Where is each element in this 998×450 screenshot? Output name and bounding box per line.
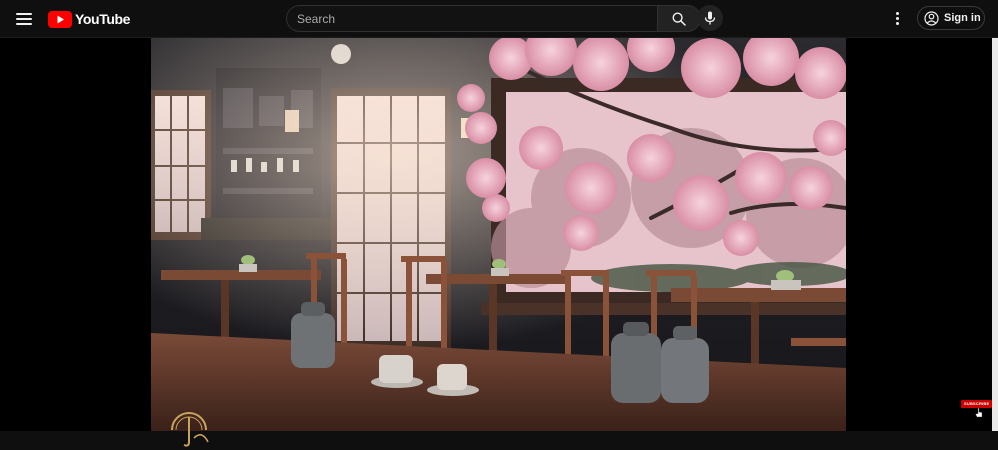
subscribe-watermark[interactable]: SUBSCRIBE: [961, 400, 993, 408]
video-thumbnail-scene: [151, 38, 846, 431]
more-options-icon[interactable]: [887, 8, 907, 28]
account-circle-icon: [924, 10, 939, 26]
sign-in-button[interactable]: Sign in: [917, 6, 985, 30]
menu-icon[interactable]: [10, 5, 38, 33]
top-bar: YouTube Sign in: [0, 0, 998, 38]
video-player[interactable]: [0, 38, 998, 447]
channel-logo-watermark: [171, 412, 209, 447]
page-scrollbar-edge[interactable]: [992, 38, 998, 431]
voice-search-button[interactable]: [697, 5, 723, 31]
video-frame[interactable]: [151, 38, 846, 431]
pointer-hand-icon: [975, 408, 983, 418]
search-icon: [672, 11, 686, 26]
youtube-logo[interactable]: YouTube: [48, 10, 130, 28]
sign-in-label: Sign in: [944, 12, 981, 24]
youtube-play-icon: [48, 10, 72, 28]
microphone-icon: [704, 11, 716, 25]
search-input[interactable]: [286, 5, 657, 32]
search-button[interactable]: [657, 5, 701, 32]
logo-text: YouTube: [75, 11, 131, 27]
search-bar: [286, 5, 701, 32]
